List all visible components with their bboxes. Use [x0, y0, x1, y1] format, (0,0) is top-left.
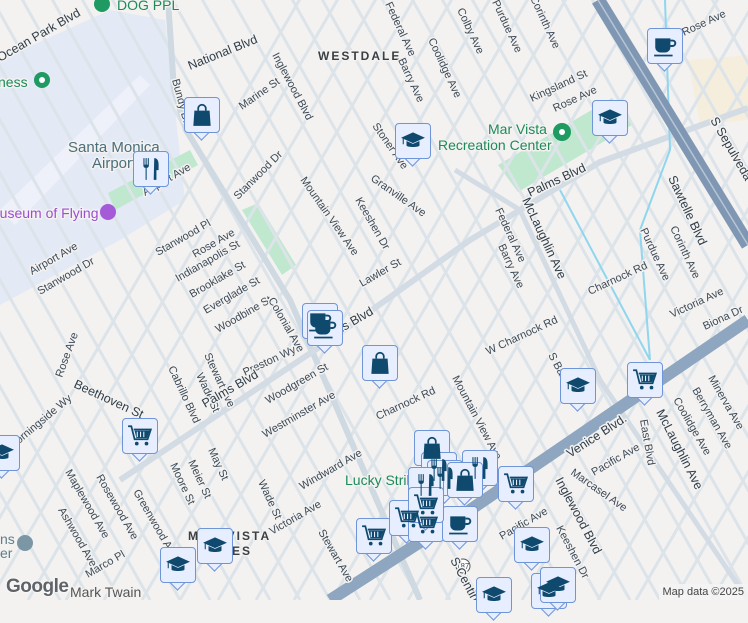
poi-marker-school[interactable]: [540, 567, 576, 613]
marker-body[interactable]: [0, 435, 20, 471]
marker-body[interactable]: [356, 518, 392, 554]
shopping-bag-icon: [189, 102, 215, 128]
street-label-beethoven: Beethoven St: [72, 377, 146, 422]
graduation-cap-icon: [519, 532, 545, 558]
marker-body[interactable]: [560, 368, 596, 404]
marker-body[interactable]: [408, 487, 444, 523]
street-label-stewart-2: Stewart Ave: [315, 528, 355, 585]
poi-marker-restaurant[interactable]: [133, 151, 169, 197]
poi-mar-vista-recreation-center[interactable]: Mar Vista: [488, 121, 547, 137]
poi-marker-school[interactable]: [560, 368, 596, 414]
google-logo: Google: [6, 576, 68, 598]
poi-marker-grocery[interactable]: [122, 418, 158, 464]
street-label-wade-2: Wade St: [255, 478, 284, 521]
marker-body[interactable]: [307, 310, 343, 346]
poi-marker-school[interactable]: [592, 100, 628, 146]
park-pin-icon[interactable]: [94, 0, 110, 12]
marker-body[interactable]: [362, 345, 398, 381]
cart-icon: [632, 367, 658, 393]
cart-icon: [127, 423, 153, 449]
graduation-cap-icon: [481, 582, 507, 608]
poi-mar-vista-recreation-center[interactable]: Recreation Center: [438, 137, 552, 153]
poi-marker-grocery[interactable]: [627, 362, 663, 408]
marker-body[interactable]: [122, 418, 158, 454]
marker-body[interactable]: [133, 151, 169, 187]
marker-body[interactable]: [592, 100, 628, 136]
street-label-coolidge-n: Coolidge Ave: [425, 36, 463, 100]
neighborhood-label: ES: [232, 544, 252, 558]
marker-body[interactable]: [540, 567, 576, 603]
poi-marker-shopping[interactable]: [362, 345, 398, 391]
coffee-cup-icon: [312, 315, 338, 341]
poi-fitness[interactable]: ness: [0, 74, 28, 90]
poi-museum-of-flying[interactable]: Museum of Flying: [0, 205, 98, 221]
marker-body[interactable]: [442, 506, 478, 542]
cart-icon: [413, 492, 439, 518]
poi-mark-twain[interactable]: Mark Twain: [70, 584, 141, 600]
marker-body[interactable]: [197, 528, 233, 564]
poi-marker-school[interactable]: [197, 528, 233, 574]
poi-marker-shopping[interactable]: [184, 97, 220, 143]
map-attribution[interactable]: Map data ©2025: [659, 584, 748, 600]
neighborhood-label: WESTDALE: [318, 49, 401, 63]
poi-marker-school[interactable]: [0, 435, 20, 481]
poi-dog-park[interactable]: DOG PPL: [117, 0, 179, 13]
marker-body[interactable]: [627, 362, 663, 398]
graduation-cap-icon: [0, 440, 15, 466]
poi-marker-coffee[interactable]: [307, 310, 343, 356]
poi-marker-school[interactable]: [160, 547, 196, 593]
map-canvas[interactable]: WESTDALE MAR VISTA ES DOG PPL ness Santa…: [0, 0, 748, 600]
marker-body[interactable]: [498, 466, 534, 502]
street-label-barry-n: Barry Ave: [395, 56, 426, 104]
graduation-cap-icon: [202, 533, 228, 559]
marker-body[interactable]: [160, 547, 196, 583]
poi-marker-grocery[interactable]: [498, 466, 534, 512]
poi-marker-grocery[interactable]: [356, 518, 392, 564]
graduation-cap-icon: [400, 128, 426, 154]
poi-center-partial[interactable]: er: [0, 545, 13, 561]
shopping-bag-icon: [367, 350, 393, 376]
marker-body[interactable]: [447, 462, 483, 498]
graduation-cap-icon: [545, 572, 571, 598]
poi-airport[interactable]: Airport: [92, 155, 137, 172]
street-label-mountain-view-n: Mountain View Ave: [298, 175, 361, 258]
shopping-bag-icon: [452, 467, 478, 493]
fork-knife-icon: [138, 156, 164, 182]
pin-dot: [39, 77, 45, 83]
street-label-sepulveda: S Sepulveda: [707, 115, 748, 183]
street-label-corinth-n: Corinth Ave: [527, 0, 562, 51]
poi-marker-shopping[interactable]: [447, 462, 483, 508]
graduation-cap-icon: [565, 373, 591, 399]
graduation-cap-icon: [165, 552, 191, 578]
cart-icon: [361, 523, 387, 549]
cart-icon: [503, 471, 529, 497]
poi-marker-coffee[interactable]: [647, 28, 683, 74]
street-label-rose-2: Rose Ave: [54, 331, 81, 379]
marker-body[interactable]: [514, 527, 550, 563]
poi-marker-school[interactable]: [476, 577, 512, 623]
graduation-cap-icon: [597, 105, 623, 131]
street-label-mclaughlin-n: McLaughlin Ave: [519, 195, 569, 281]
poi-marker-school[interactable]: [395, 123, 431, 169]
museum-pin-icon[interactable]: [100, 204, 116, 220]
marker-body[interactable]: [647, 28, 683, 64]
poi-marker-coffee[interactable]: [442, 506, 478, 552]
pin-dot: [559, 129, 565, 135]
marker-body[interactable]: [395, 123, 431, 159]
place-pin-icon[interactable]: [17, 535, 33, 551]
coffee-cup-icon: [652, 33, 678, 59]
marker-body[interactable]: [476, 577, 512, 613]
marker-body[interactable]: [184, 97, 220, 133]
coffee-cup-icon: [447, 511, 473, 537]
street-label-rose-4: Rose Ave: [680, 8, 728, 39]
